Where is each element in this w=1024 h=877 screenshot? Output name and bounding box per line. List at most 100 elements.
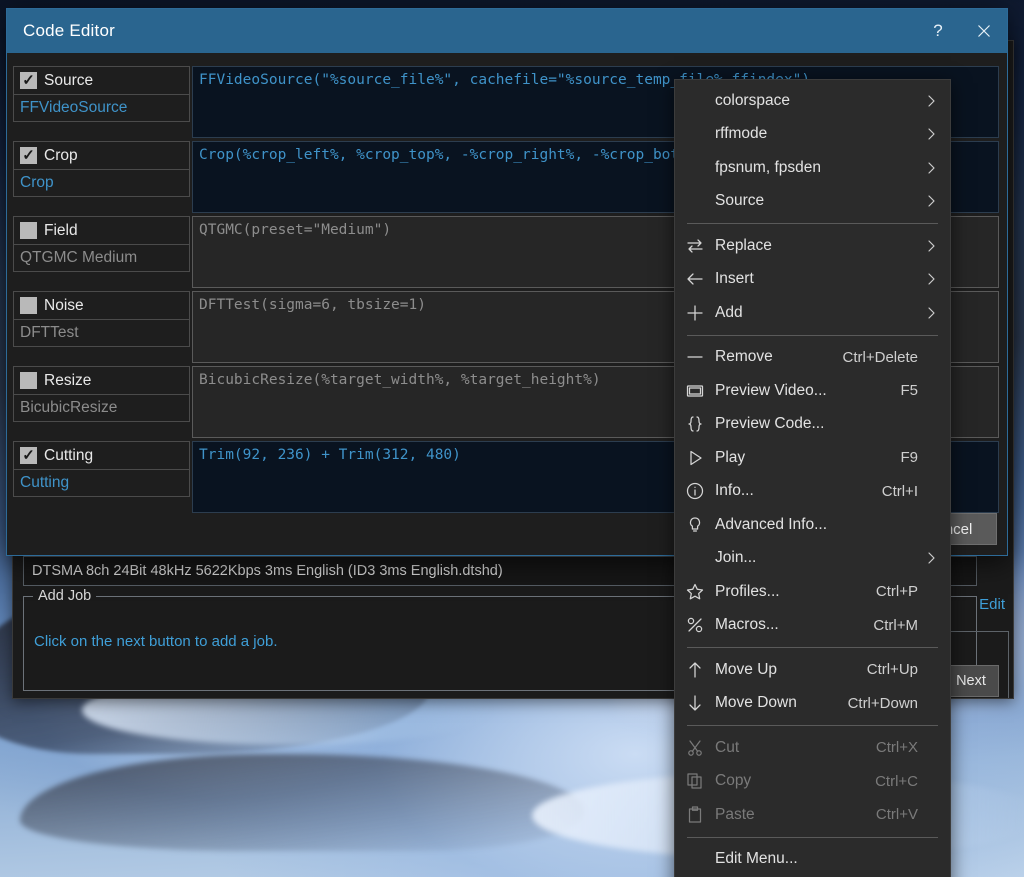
menu-item-shortcut: F5 bbox=[900, 382, 918, 400]
menu-item-move-up[interactable]: Move Up Ctrl+Up bbox=[675, 653, 950, 687]
menu-item-label: Copy bbox=[715, 772, 752, 790]
menu-item-shortcut: F9 bbox=[900, 449, 918, 467]
menu-item-shortcut: Ctrl+Down bbox=[847, 694, 918, 712]
filter-category-label: Noise bbox=[44, 296, 84, 314]
menu-item-label: Add bbox=[715, 303, 743, 321]
next-button[interactable]: Next bbox=[943, 665, 999, 697]
edit-link[interactable]: Edit bbox=[979, 596, 1005, 613]
menu-item-profiles[interactable]: Profiles... Ctrl+P bbox=[675, 575, 950, 609]
menu-item-copy: Copy Ctrl+C bbox=[675, 765, 950, 799]
filter-enable-checkbox[interactable]: ✓ bbox=[20, 147, 37, 164]
menu-item-fpsnum-fpsden[interactable]: fpsnum, fpsden bbox=[675, 151, 950, 185]
filter-name-label: QTGMC Medium bbox=[20, 249, 138, 266]
filter-name-row[interactable]: BicubicResize bbox=[13, 394, 190, 422]
menu-separator bbox=[687, 725, 938, 726]
filter-name-label: Crop bbox=[20, 174, 54, 191]
filter-name-row[interactable]: DFTTest bbox=[13, 319, 190, 347]
monitor-icon bbox=[675, 381, 715, 401]
filter-category-row[interactable]: ✓ Source bbox=[13, 66, 190, 94]
swap-arrows-icon bbox=[675, 236, 715, 256]
chevron-right-icon bbox=[922, 551, 940, 565]
menu-item-label: fpsnum, fpsden bbox=[715, 158, 821, 176]
menu-separator bbox=[687, 223, 938, 224]
help-button[interactable]: ? bbox=[915, 9, 961, 53]
menu-item-remove[interactable]: Remove Ctrl+Delete bbox=[675, 341, 950, 375]
menu-item-join[interactable]: Join... bbox=[675, 542, 950, 576]
menu-item-label: rffmode bbox=[715, 125, 768, 143]
scissors-icon bbox=[675, 738, 715, 758]
braces-icon bbox=[675, 414, 715, 434]
filter-row-left: Field QTGMC Medium bbox=[13, 216, 190, 291]
filter-category-label: Cutting bbox=[44, 446, 94, 464]
filter-name-row[interactable]: FFVideoSource bbox=[13, 94, 190, 122]
menu-item-play[interactable]: Play F9 bbox=[675, 441, 950, 475]
arrow-up-icon bbox=[675, 660, 715, 680]
filter-enable-checkbox[interactable]: ✓ bbox=[20, 72, 37, 89]
menu-item-preview-code[interactable]: Preview Code... bbox=[675, 408, 950, 442]
arrow-left-icon bbox=[675, 269, 715, 289]
menu-item-cut: Cut Ctrl+X bbox=[675, 731, 950, 765]
menu-item-move-down[interactable]: Move Down Ctrl+Down bbox=[675, 687, 950, 721]
next-button-label: Next bbox=[956, 673, 986, 689]
screen: DTSMA 8ch 24Bit 48kHz 5622Kbps 3ms Engli… bbox=[0, 0, 1024, 877]
filter-category-row[interactable]: Resize bbox=[13, 366, 190, 394]
menu-item-add[interactable]: Add bbox=[675, 296, 950, 330]
filter-enable-checkbox[interactable] bbox=[20, 222, 37, 239]
plus-icon bbox=[675, 303, 715, 323]
chevron-right-icon bbox=[922, 161, 940, 175]
menu-item-label: colorspace bbox=[715, 91, 790, 109]
menu-item-label: Paste bbox=[715, 805, 755, 823]
menu-item-label: Replace bbox=[715, 236, 772, 254]
filter-name-row[interactable]: Cutting bbox=[13, 469, 190, 497]
info-circle-icon bbox=[675, 481, 715, 501]
filter-row-left: ✓ Source FFVideoSource bbox=[13, 66, 190, 141]
chevron-right-icon bbox=[922, 239, 940, 253]
filter-name-row[interactable]: Crop bbox=[13, 169, 190, 197]
filter-category-row[interactable]: ✓ Cutting bbox=[13, 441, 190, 469]
filter-category-row[interactable]: Noise bbox=[13, 291, 190, 319]
menu-item-label: Play bbox=[715, 448, 746, 466]
clipboard-icon bbox=[675, 805, 715, 825]
menu-item-info[interactable]: Info... Ctrl+I bbox=[675, 475, 950, 509]
menu-item-label: Move Up bbox=[715, 660, 778, 678]
menu-item-preview-video[interactable]: Preview Video... F5 bbox=[675, 374, 950, 408]
menu-separator bbox=[687, 836, 938, 838]
star-icon bbox=[675, 582, 715, 602]
context-menu[interactable]: colorspace rffmode fpsnum, fpsden Source Rep… bbox=[674, 79, 951, 877]
menu-item-shortcut: Ctrl+P bbox=[875, 583, 918, 601]
wallpaper-rock-foreground bbox=[20, 754, 584, 851]
checkmark-icon: ✓ bbox=[22, 447, 35, 464]
filter-row-left: ✓ Cutting Cutting bbox=[13, 441, 190, 516]
filter-name-row[interactable]: QTGMC Medium bbox=[13, 244, 190, 272]
menu-separator bbox=[687, 334, 938, 336]
menu-item-rffmode[interactable]: rffmode bbox=[675, 118, 950, 152]
close-icon bbox=[978, 25, 990, 37]
menu-item-macros[interactable]: Macros... Ctrl+M bbox=[675, 609, 950, 643]
filter-name-label: FFVideoSource bbox=[20, 99, 128, 116]
menu-item-insert[interactable]: Insert bbox=[675, 263, 950, 297]
menu-item-advanced-info[interactable]: Advanced Info... bbox=[675, 508, 950, 542]
play-icon bbox=[675, 448, 715, 468]
menu-item-label: Profiles... bbox=[715, 582, 780, 600]
checkmark-icon: ✓ bbox=[22, 72, 35, 89]
dialog-titlebar[interactable]: Code Editor ? bbox=[7, 9, 1007, 53]
menu-item-label: Edit Menu... bbox=[715, 850, 798, 868]
question-mark-icon: ? bbox=[933, 21, 943, 40]
filter-category-row[interactable]: ✓ Crop bbox=[13, 141, 190, 169]
menu-item-source[interactable]: Source bbox=[675, 185, 950, 219]
menu-item-label: Source bbox=[715, 192, 765, 210]
filter-enable-checkbox[interactable] bbox=[20, 372, 37, 389]
menu-item-replace[interactable]: Replace bbox=[675, 229, 950, 263]
close-button[interactable] bbox=[961, 9, 1007, 53]
filter-enable-checkbox[interactable] bbox=[20, 297, 37, 314]
menu-item-edit-menu[interactable]: Edit Menu... bbox=[675, 843, 950, 877]
menu-separator bbox=[687, 647, 938, 648]
filter-name-label: BicubicResize bbox=[20, 399, 118, 416]
filter-enable-checkbox[interactable]: ✓ bbox=[20, 447, 37, 464]
filter-category-label: Field bbox=[44, 221, 78, 239]
filter-name-label: Cutting bbox=[20, 474, 70, 491]
filter-category-row[interactable]: Field bbox=[13, 216, 190, 244]
menu-item-shortcut: Ctrl+C bbox=[875, 772, 918, 790]
filter-row-left: ✓ Crop Crop bbox=[13, 141, 190, 216]
menu-item-colorspace[interactable]: colorspace bbox=[675, 84, 950, 118]
